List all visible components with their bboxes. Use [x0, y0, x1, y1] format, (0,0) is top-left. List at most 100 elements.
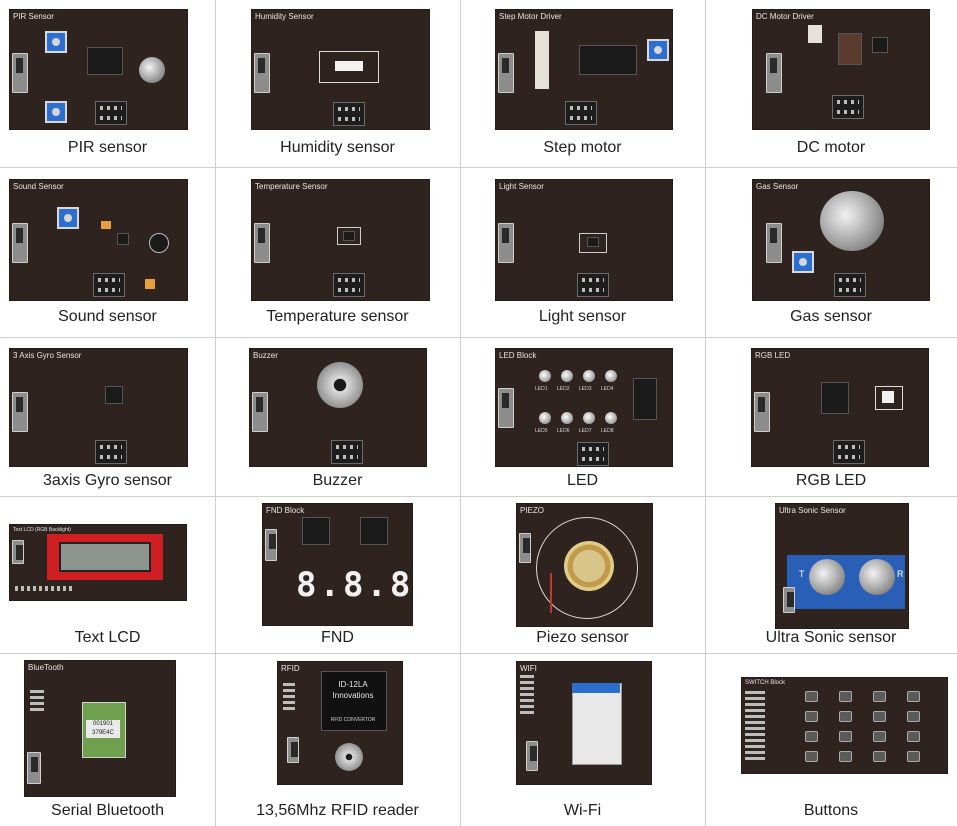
component-icon — [838, 33, 862, 65]
pin-header-icon — [333, 273, 365, 297]
bt-board-photo: BlueTooth 001901 379E4C — [24, 660, 176, 797]
grid-divider — [705, 0, 706, 826]
lcd-board-photo: Text LCD (RGB Backlight) — [9, 524, 187, 601]
io-switch — [265, 529, 277, 561]
io-switch — [754, 392, 770, 432]
board-title: Humidity Sensor — [255, 12, 314, 21]
io-switch — [498, 223, 514, 263]
ultrasonic-receiver-icon — [859, 559, 895, 595]
component-icon — [101, 221, 111, 229]
led-label: LED7 — [579, 428, 592, 434]
module-caption: RGB LED — [795, 472, 867, 489]
fnd-driver-chip-icon — [302, 517, 330, 545]
temp-sensor-chip-icon — [343, 231, 355, 241]
led-icon — [605, 412, 617, 424]
chip-icon — [87, 47, 123, 75]
io-switch — [252, 392, 268, 432]
grid-divider — [0, 653, 957, 654]
module-caption: Text LCD — [74, 629, 141, 646]
board-title: DC Motor Driver — [756, 12, 814, 21]
pin-header-icon — [95, 440, 127, 464]
led-label: LED6 — [557, 428, 570, 434]
led-label: LED1 — [535, 386, 548, 392]
io-switch — [766, 53, 782, 93]
module-caption: Gas sensor — [790, 308, 872, 325]
driver-chip-icon — [872, 37, 888, 53]
led-icon — [583, 370, 595, 382]
board-title: Step Motor Driver — [499, 12, 562, 21]
board-title: RFID — [281, 664, 300, 673]
led-driver-chip-icon — [633, 378, 657, 420]
piezo-disc-icon — [564, 541, 614, 591]
pin-header-icon — [577, 273, 609, 297]
gyro-chip-icon — [105, 386, 123, 404]
seven-segment-display: 8.8.8.8. — [296, 565, 413, 605]
pin-header-icon — [333, 102, 365, 126]
io-switch — [12, 223, 28, 263]
humidity-element-icon — [335, 61, 363, 71]
sound-board-photo: Sound Sensor — [9, 179, 188, 301]
rfid-module-label: ID-12LA Innovations — [332, 680, 374, 700]
grid-divider — [215, 0, 216, 826]
module-caption: Sound sensor — [58, 308, 157, 325]
io-switch — [12, 540, 24, 564]
module-caption: Buttons — [803, 802, 859, 819]
io-switch — [519, 533, 531, 563]
potentiometer-icon — [45, 31, 67, 53]
module-caption: 3axis Gyro sensor — [43, 472, 172, 489]
rfid-board-photo: RFID ID-12LA Innovations RFID CONVERTOR — [277, 661, 403, 785]
push-button-icon — [907, 691, 920, 702]
ultrasonic-transmitter-icon — [809, 559, 845, 595]
io-switch — [526, 741, 538, 771]
module-caption: Light sensor — [538, 308, 627, 325]
led-label: LED2 — [557, 386, 570, 392]
board-title: PIR Sensor — [13, 12, 54, 21]
pin-header-icon — [93, 273, 125, 297]
fnd-board-photo: FND Block 8.8.8.8. — [262, 503, 413, 626]
io-switch — [498, 388, 514, 428]
rfid-convertor-label: RFID CONVERTOR — [330, 717, 376, 723]
wifi-board-photo: WIFI — [516, 661, 652, 785]
push-button-icon — [839, 751, 852, 762]
push-button-icon — [839, 691, 852, 702]
pin-header-icon — [833, 440, 865, 464]
bluetooth-module-label: 001901 379E4C — [86, 720, 120, 738]
wifi-antenna-icon — [572, 683, 620, 693]
push-button-icon — [907, 751, 920, 762]
led-icon — [539, 412, 551, 424]
motor-connector-icon — [535, 31, 549, 89]
pir-board-photo: PIR Sensor — [9, 9, 188, 130]
led-icon — [561, 370, 573, 382]
board-title: FND Block — [266, 506, 305, 515]
board-title: SWITCH Block — [745, 680, 786, 686]
push-button-icon — [907, 711, 920, 722]
gas-sensor-icon — [820, 191, 884, 251]
module-caption: Humidity sensor — [280, 139, 395, 156]
board-title: PIEZO — [520, 506, 545, 515]
led-label: LED5 — [535, 428, 548, 434]
push-button-icon — [839, 731, 852, 742]
pin-header-icon — [565, 101, 597, 125]
potentiometer-icon — [57, 207, 79, 229]
module-caption: Wi-Fi — [563, 802, 602, 819]
board-title: 3 Axis Gyro Sensor — [13, 351, 82, 360]
dc-board-photo: DC Motor Driver — [752, 9, 930, 130]
push-button-icon — [907, 731, 920, 742]
push-button-icon — [805, 691, 818, 702]
board-title: Light Sensor — [499, 182, 544, 191]
led-icon — [145, 279, 155, 289]
push-button-icon — [805, 711, 818, 722]
board-title: WIFI — [520, 664, 537, 673]
pin-header-icon — [283, 683, 295, 713]
push-button-icon — [873, 691, 886, 702]
led-icon — [605, 370, 617, 382]
driver-chip-icon — [579, 45, 637, 75]
microphone-icon — [149, 233, 169, 253]
module-caption: LED — [566, 472, 599, 489]
led-board-photo: LED Block LED1 LED2 LED3 LED4 LED5 LED6 … — [495, 348, 673, 467]
pin-header-icon — [30, 690, 44, 714]
gyro-board-photo: 3 Axis Gyro Sensor — [9, 348, 188, 467]
pin-header-icon — [331, 440, 363, 464]
chip-icon — [117, 233, 129, 245]
push-button-icon — [839, 711, 852, 722]
